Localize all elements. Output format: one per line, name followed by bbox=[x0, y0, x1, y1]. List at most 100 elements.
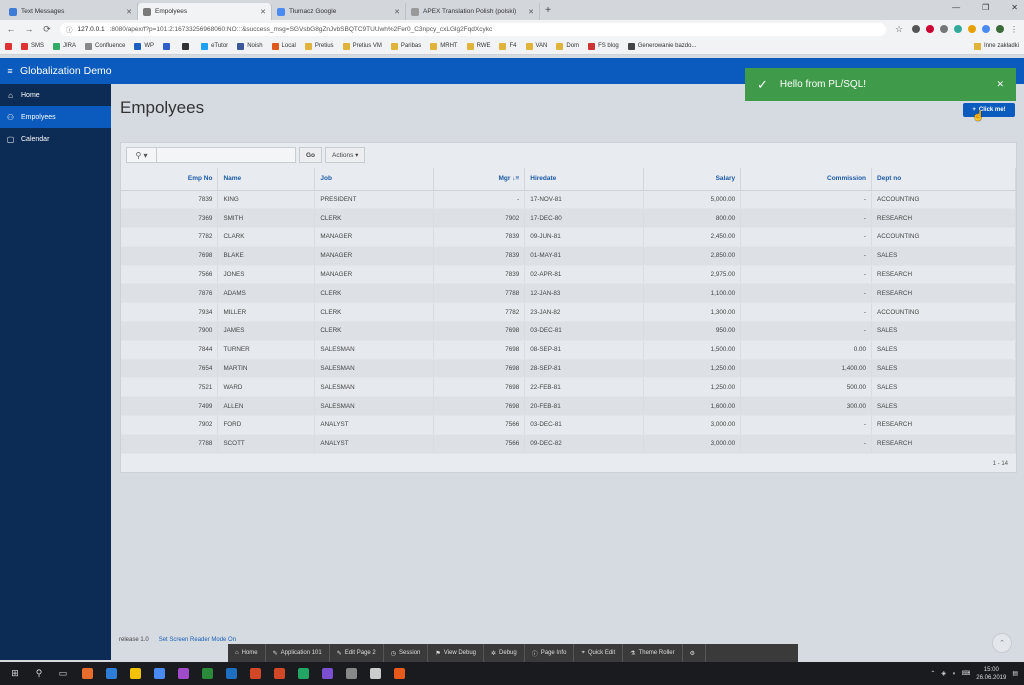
close-icon[interactable]: ✕ bbox=[394, 8, 400, 16]
taskbar-app-icon[interactable] bbox=[390, 665, 408, 683]
windows-start-icon[interactable]: ⊞ bbox=[6, 665, 24, 683]
browser-tab[interactable]: Tłumacz Google ✕ bbox=[272, 3, 406, 20]
taskbar-app-icon[interactable] bbox=[150, 665, 168, 683]
star-icon[interactable]: ☆ bbox=[894, 24, 904, 35]
menu-toggle-icon[interactable]: ≡ bbox=[0, 66, 20, 76]
app-title[interactable]: Globalization Demo bbox=[20, 65, 112, 77]
sidebar-item-home[interactable]: ⌂ Home bbox=[0, 84, 111, 106]
info-icon[interactable]: ⓘ bbox=[66, 24, 73, 34]
extension-icon[interactable] bbox=[954, 25, 962, 33]
close-icon[interactable]: ✕ bbox=[996, 79, 1004, 90]
bookmark-item[interactable]: Local bbox=[271, 42, 296, 50]
bookmark-item[interactable] bbox=[182, 42, 192, 50]
column-header[interactable]: Mgr ↓≡ bbox=[433, 168, 526, 191]
bookmark-item[interactable]: Pretius bbox=[304, 42, 334, 50]
chevron-up-icon[interactable]: ⌃ bbox=[930, 670, 935, 677]
bookmark-item[interactable]: Generowanie bazdo... bbox=[627, 42, 696, 50]
bookmark-item[interactable]: Dom bbox=[556, 42, 579, 50]
devbar-item[interactable]: ✲ Debug bbox=[484, 644, 525, 662]
devbar-item[interactable]: ✎ Application 101 bbox=[266, 644, 330, 662]
browser-tab[interactable]: APEX Translation Polish (polski) ✕ bbox=[406, 3, 540, 20]
bookmark-item[interactable] bbox=[163, 42, 173, 50]
extension-icon[interactable] bbox=[912, 25, 920, 33]
extension-icon[interactable] bbox=[940, 25, 948, 33]
bookmark-item[interactable]: MRHT bbox=[430, 42, 458, 50]
devbar-item[interactable]: ⌂ Home bbox=[228, 644, 266, 662]
browser-tab-active[interactable]: Empolyees ✕ bbox=[138, 3, 272, 20]
taskbar-app-icon[interactable] bbox=[318, 665, 336, 683]
extension-icon[interactable] bbox=[982, 25, 990, 33]
bookmark-item[interactable]: Confluence bbox=[85, 42, 125, 50]
bookmark-item[interactable]: SMS bbox=[21, 42, 44, 50]
column-header[interactable]: Commission bbox=[740, 168, 873, 191]
bookmark-item[interactable]: Paribas bbox=[390, 42, 421, 50]
column-header[interactable]: Salary bbox=[643, 168, 742, 191]
close-icon[interactable]: ✕ bbox=[260, 8, 266, 16]
column-header[interactable]: Name bbox=[217, 168, 316, 191]
bookmark-item[interactable]: F4 bbox=[499, 42, 517, 50]
devbar-item[interactable]: ⚙ bbox=[683, 644, 706, 662]
keyboard-icon[interactable]: ⌨ bbox=[962, 670, 971, 677]
close-icon[interactable]: ✕ bbox=[528, 8, 534, 16]
go-button[interactable]: Go bbox=[299, 147, 323, 163]
bookmark-item[interactable]: RWE bbox=[466, 42, 490, 50]
close-icon[interactable]: ✕ bbox=[126, 8, 132, 16]
taskbar-app-icon[interactable] bbox=[198, 665, 216, 683]
column-header[interactable]: Dept no bbox=[871, 168, 1016, 191]
devbar-item[interactable]: ◷ Session bbox=[384, 644, 429, 662]
clock[interactable]: 15:00 26.06.2019 bbox=[976, 666, 1006, 682]
taskbar-app-icon[interactable] bbox=[222, 665, 240, 683]
devbar-item[interactable]: ⚗ Theme Roller bbox=[623, 644, 683, 662]
minimize-icon[interactable]: — bbox=[952, 3, 960, 12]
actions-button[interactable]: Actions ▾ bbox=[325, 147, 366, 163]
back-icon[interactable]: ← bbox=[6, 24, 16, 34]
taskbar-app-icon[interactable] bbox=[126, 665, 144, 683]
screen-reader-link[interactable]: Set Screen Reader Mode On bbox=[159, 637, 236, 643]
taskbar-app-icon[interactable] bbox=[366, 665, 384, 683]
click-me-button[interactable]: + Click me! bbox=[963, 103, 1015, 117]
devbar-item[interactable]: ✎ Edit Page 2 bbox=[330, 644, 384, 662]
search-column-selector[interactable]: ⚲ ▾ bbox=[127, 148, 157, 162]
search-input[interactable] bbox=[157, 148, 295, 162]
volume-icon[interactable]: ◖ bbox=[952, 671, 956, 677]
taskbar-app-icon[interactable] bbox=[342, 665, 360, 683]
devbar-item[interactable]: ⓘ Page Info bbox=[525, 644, 575, 662]
column-header[interactable]: Emp No bbox=[121, 168, 219, 191]
bookmark-item[interactable]: FS blog bbox=[588, 42, 619, 50]
scroll-top-button[interactable]: ⌃ bbox=[992, 633, 1012, 653]
devbar-item[interactable]: ⌖ Quick Edit bbox=[574, 644, 624, 662]
taskbar-app-icon[interactable] bbox=[246, 665, 264, 683]
taskbar-app-icon[interactable] bbox=[270, 665, 288, 683]
taskbar-app-icon[interactable] bbox=[294, 665, 312, 683]
sidebar-item-calendar[interactable]: ▢ Calendar bbox=[0, 128, 111, 150]
browser-tab[interactable]: Text Messages ✕ bbox=[4, 3, 138, 20]
taskbar-app-icon[interactable] bbox=[78, 665, 96, 683]
close-window-icon[interactable]: ✕ bbox=[1011, 3, 1018, 12]
column-header[interactable]: Job bbox=[314, 168, 435, 191]
bookmark-item[interactable]: Pretius VM bbox=[342, 42, 382, 50]
bookmark-item[interactable]: eTutor bbox=[201, 42, 228, 50]
other-bookmarks[interactable]: Inne zakładki bbox=[973, 42, 1019, 50]
search-icon[interactable]: ⚲ bbox=[30, 665, 48, 683]
url-field[interactable]: ⓘ 127.0.0.1:8080/apex/f?p=101:2:16733256… bbox=[60, 22, 886, 36]
sidebar-item-employees[interactable]: ⚇ Empolyees bbox=[0, 106, 111, 128]
profile-avatar[interactable] bbox=[996, 25, 1004, 33]
new-tab-button[interactable]: + bbox=[540, 5, 556, 16]
column-header[interactable]: Hiredate bbox=[524, 168, 645, 191]
network-icon[interactable]: ◈ bbox=[941, 670, 946, 677]
bookmark-item[interactable]: JIRA bbox=[53, 42, 76, 50]
extension-icon[interactable] bbox=[926, 25, 934, 33]
bookmark-item[interactable]: VAN bbox=[525, 42, 547, 50]
maximize-icon[interactable]: ❐ bbox=[982, 3, 989, 12]
taskbar-app-icon[interactable] bbox=[102, 665, 120, 683]
bookmark-item[interactable]: WP bbox=[134, 42, 154, 50]
devbar-item[interactable]: ⚑ View Debug bbox=[428, 644, 485, 662]
bookmark-item[interactable]: Noish bbox=[237, 42, 263, 50]
menu-icon[interactable]: ⋮ bbox=[1010, 25, 1018, 34]
reload-icon[interactable]: ⟳ bbox=[42, 24, 52, 35]
forward-icon[interactable]: → bbox=[24, 24, 34, 34]
taskbar-app-icon[interactable] bbox=[174, 665, 192, 683]
notifications-icon[interactable]: ▤ bbox=[1012, 670, 1018, 677]
gmail-icon[interactable] bbox=[5, 42, 12, 50]
task-view-icon[interactable]: ▭ bbox=[54, 665, 72, 683]
